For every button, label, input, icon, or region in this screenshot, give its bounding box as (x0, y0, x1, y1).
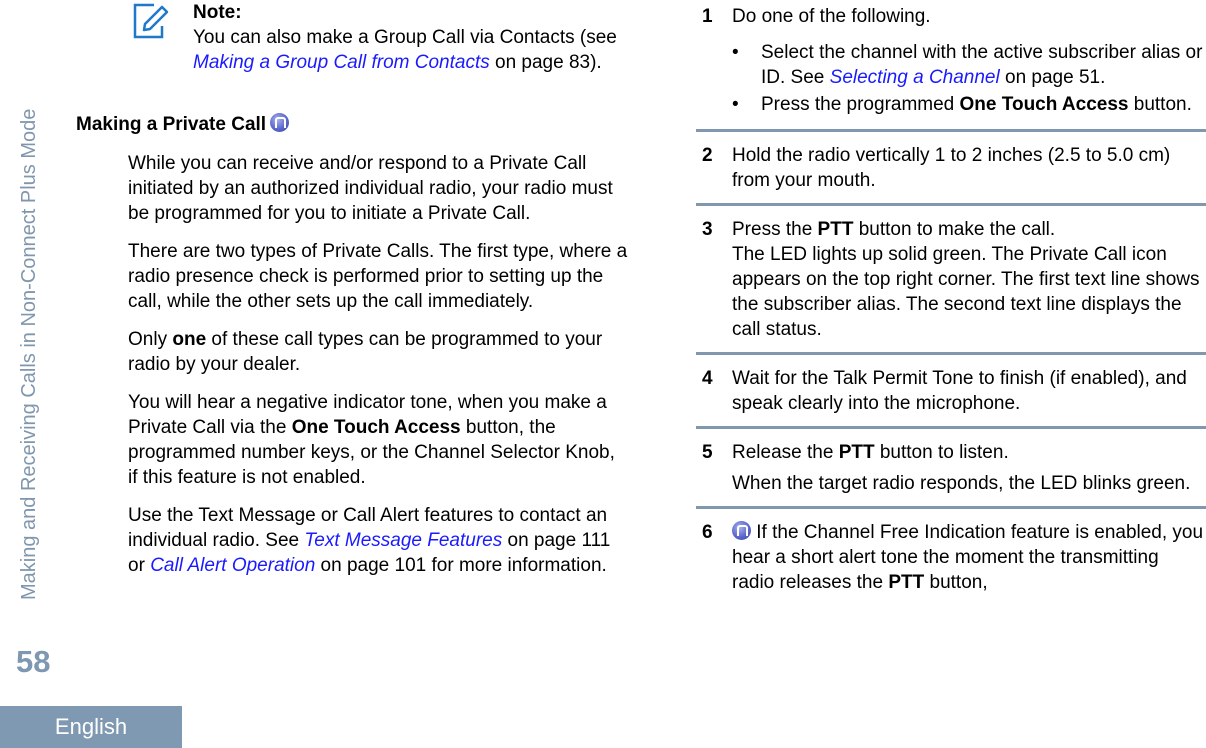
link-text-message-features[interactable]: Text Message Features (304, 530, 502, 551)
text: Press the programmed (761, 94, 960, 115)
bullet-item: Press the programmed One Touch Access bu… (732, 92, 1206, 117)
bullet-item: Select the channel with the active subsc… (732, 40, 1206, 90)
note-block: Note: You can also make a Group Call via… (193, 0, 623, 75)
step-text: Do one of the following. (732, 6, 931, 27)
step-5: 5 Release the PTT button to listen. When… (696, 440, 1206, 509)
text: button, (924, 572, 988, 593)
step-number: 4 (702, 368, 713, 389)
section-body: While you can receive and/or respond to … (128, 151, 628, 591)
bold-text: One Touch Access (959, 94, 1129, 115)
step-number: 6 (702, 522, 713, 543)
section-heading-text: Making a Private Call (76, 114, 267, 135)
step-1: 1 Do one of the following. Select the ch… (696, 4, 1206, 132)
language-tab: English (0, 706, 182, 748)
bold-text: one (172, 329, 207, 350)
radio-feature-icon (732, 521, 751, 540)
step-number: 3 (702, 219, 713, 240)
step-3: 3 Press the PTT button to make the call.… (696, 217, 1206, 355)
step-options: Select the channel with the active subsc… (732, 40, 1206, 117)
link-call-alert-operation[interactable]: Call Alert Operation (150, 555, 315, 576)
step-4: 4 Wait for the Talk Permit Tone to finis… (696, 366, 1206, 429)
step-2: 2 Hold the radio vertically 1 to 2 inche… (696, 143, 1206, 206)
radio-feature-icon (270, 113, 290, 132)
step-text: Press the PTT button to make the call. (732, 217, 1206, 242)
chapter-title: Making and Receiving Calls in Non-Connec… (18, 108, 40, 600)
step-number: 2 (702, 145, 713, 166)
section-heading: Making a Private Call (76, 113, 290, 137)
step-body: Release the PTT button to listen. When t… (732, 440, 1206, 496)
step-body: If the Channel Free Indication feature i… (732, 520, 1206, 595)
text: Release the (732, 442, 839, 463)
paragraph: There are two types of Private Calls. Th… (128, 241, 628, 312)
text: button. (1128, 94, 1192, 115)
step-body: Press the PTT button to make the call. T… (732, 217, 1206, 342)
note-text-after: on page 83). (489, 52, 602, 73)
text: button to make the call. (853, 219, 1056, 240)
text: on page 101 for more information. (315, 555, 607, 576)
step-text: If the Channel Free Indication feature i… (732, 520, 1206, 595)
text: on page 51. (999, 67, 1106, 88)
link-selecting-channel[interactable]: Selecting a Channel (830, 67, 1000, 88)
paragraph: While you can receive and/or respond to … (128, 153, 613, 224)
note-text: You can also make a Group Call via Conta… (193, 27, 617, 48)
text: Only (128, 329, 173, 350)
step-detail: The LED lights up solid green. The Priva… (732, 244, 1200, 340)
bold-text: PTT (838, 442, 875, 463)
bold-text: One Touch Access (291, 417, 461, 438)
bold-text: PTT (817, 219, 854, 240)
step-body: Hold the radio vertically 1 to 2 inches … (732, 143, 1206, 193)
step-text: Hold the radio vertically 1 to 2 inches … (732, 145, 1171, 191)
note-label: Note: (193, 2, 242, 23)
step-number: 5 (702, 442, 713, 463)
step-detail: When the target radio responds, the LED … (732, 473, 1191, 494)
paragraph: Only one of these call types can be prog… (128, 327, 628, 377)
paragraph: You will hear a negative indicator tone,… (128, 390, 628, 490)
text: button to listen. (874, 442, 1009, 463)
bold-text: PTT (888, 572, 925, 593)
link-group-call-contacts[interactable]: Making a Group Call from Contacts (193, 52, 490, 73)
step-body: Wait for the Talk Permit Tone to finish … (732, 366, 1206, 416)
step-6: 6 If the Channel Free Indication feature… (696, 520, 1206, 605)
step-text: Release the PTT button to listen. (732, 440, 1206, 465)
paragraph: Use the Text Message or Call Alert featu… (128, 503, 628, 578)
note-pencil-icon (133, 3, 169, 39)
language-label: English (54, 714, 128, 739)
procedure-steps: 1 Do one of the following. Select the ch… (696, 4, 1206, 605)
text: Press the (732, 219, 818, 240)
step-text: Wait for the Talk Permit Tone to finish … (732, 368, 1187, 414)
step-number: 1 (702, 6, 713, 27)
page-number: 58 (16, 644, 51, 679)
step-body: Do one of the following. Select the chan… (732, 4, 1206, 119)
